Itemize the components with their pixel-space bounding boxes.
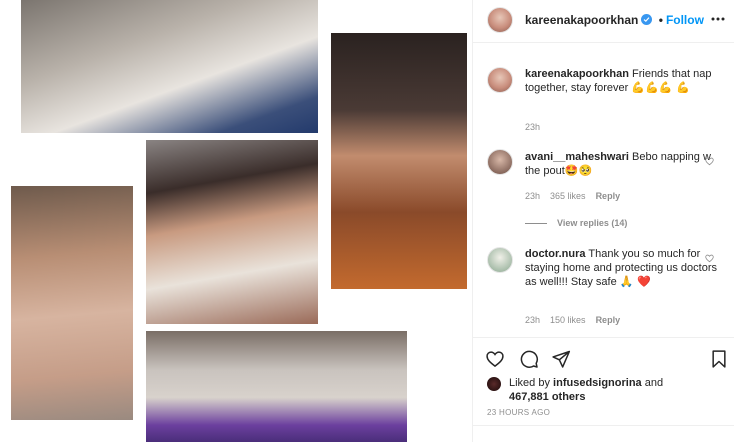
- add-comment-area[interactable]: [473, 425, 734, 443]
- comment-username[interactable]: doctor.nura: [525, 248, 586, 260]
- comment-text: doctor.nura Thank you so much for stayin…: [525, 247, 721, 289]
- view-replies-button[interactable]: View replies (14): [525, 218, 627, 228]
- liked-by-prefix: Liked by: [509, 377, 550, 389]
- heart-icon[interactable]: [705, 157, 714, 166]
- header-user-line: kareenakapoorkhan • Follow: [525, 13, 704, 27]
- comment-likes[interactable]: 150 likes: [550, 315, 586, 325]
- heart-icon[interactable]: [705, 254, 714, 263]
- comment-meta: 23h 150 likes Reply: [525, 315, 630, 325]
- comment-meta: 23h 365 likes Reply: [525, 191, 630, 201]
- collage-photo-2: [331, 33, 467, 289]
- liked-by-user[interactable]: infusedsignorina: [553, 377, 642, 389]
- caption-username[interactable]: kareenakapoorkhan: [525, 68, 629, 80]
- avatar[interactable]: [487, 377, 501, 391]
- verified-icon: [641, 14, 653, 25]
- separator-dot: •: [658, 13, 663, 27]
- reply-button[interactable]: Reply: [596, 191, 621, 201]
- avatar[interactable]: [487, 67, 513, 93]
- collage-photo-3: [146, 140, 318, 324]
- caption-text: kareenakapoorkhan Friends that nap toget…: [525, 67, 721, 95]
- heart-icon[interactable]: [485, 349, 505, 369]
- comment-time[interactable]: 23h: [525, 315, 540, 325]
- post-side-panel: kareenakapoorkhan • Follow kareenakapoork…: [473, 0, 734, 442]
- caption-meta: 23h: [525, 122, 550, 132]
- caption-emoji: 💪💪💪 💪: [631, 81, 690, 94]
- avatar[interactable]: [487, 149, 513, 175]
- post-image[interactable]: [0, 0, 472, 442]
- comment-text: avani__maheshwari Bebo napping w the pou…: [525, 150, 721, 178]
- collage-photo-5: [146, 331, 407, 442]
- comment-time[interactable]: 23h: [525, 191, 540, 201]
- comment-likes[interactable]: 365 likes: [550, 191, 586, 201]
- collage-photo-1: [21, 0, 318, 133]
- collage-photo-4: [11, 186, 133, 420]
- view-replies-label: View replies (14): [557, 218, 628, 228]
- avatar[interactable]: [487, 7, 513, 33]
- save-icon[interactable]: [709, 349, 729, 369]
- post-timestamp[interactable]: 23 HOURS AGO: [487, 408, 550, 417]
- avatar[interactable]: [487, 247, 513, 273]
- liked-by-text: Liked by infusedsignorina and 467,881 ot…: [509, 376, 689, 404]
- liked-by-and: and: [644, 377, 664, 389]
- liked-by-count[interactable]: 467,881 others: [509, 391, 585, 403]
- comment-emoji: 🤩🥺: [564, 164, 593, 177]
- more-icon[interactable]: [710, 12, 726, 26]
- comment-icon[interactable]: [519, 349, 539, 369]
- post-header: kareenakapoorkhan • Follow: [473, 0, 734, 43]
- share-icon[interactable]: [551, 349, 571, 369]
- comment-emoji: 🙏 ❤️: [619, 275, 651, 288]
- comment-username[interactable]: avani__maheshwari: [525, 151, 629, 163]
- replies-line: [525, 223, 547, 225]
- follow-button[interactable]: Follow: [666, 13, 704, 27]
- caption-time[interactable]: 23h: [525, 122, 540, 132]
- reply-button[interactable]: Reply: [596, 315, 621, 325]
- action-bar: [473, 337, 734, 378]
- header-username[interactable]: kareenakapoorkhan: [525, 13, 638, 27]
